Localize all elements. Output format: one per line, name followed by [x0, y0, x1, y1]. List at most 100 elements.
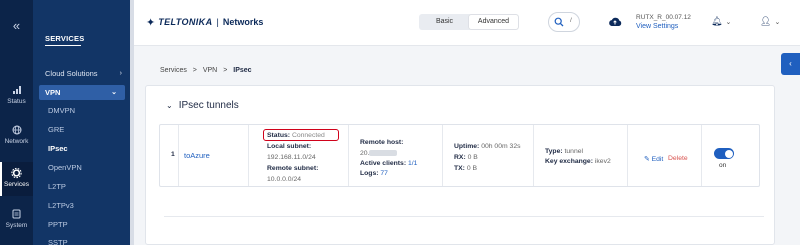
mode-basic-button[interactable]: Basic [420, 15, 469, 29]
remote-subnet-value: 10.0.0.0/24 [267, 176, 302, 183]
menu-item-label: Cloud Solutions [45, 69, 98, 78]
type-label: Type: [545, 148, 563, 155]
right-panel-toggle[interactable]: ‹ [781, 53, 800, 75]
remote-host-label: Remote host: [360, 139, 404, 146]
edit-label: Edit [651, 156, 664, 163]
menu-subitem-pptp[interactable]: PPTP [33, 217, 130, 232]
column-divider [533, 125, 534, 186]
bell-icon: 🔔︎ [711, 16, 723, 26]
section-title: IPsec tunnels [178, 100, 239, 111]
menu-subitem-gre[interactable]: GRE [33, 122, 130, 137]
type-value: tunnel [564, 148, 584, 155]
rail-label: Services [4, 181, 29, 188]
collapse-icon[interactable]: « [0, 18, 33, 33]
local-subnet-label: Local subnet: [267, 143, 312, 150]
type: Type: tunnel [545, 148, 583, 155]
logs-label: Logs: [360, 170, 379, 177]
status-value: Connected [291, 132, 325, 139]
user-menu-button[interactable]: 👤︎ ⌄ [760, 16, 780, 27]
pencil-icon: ✎ [644, 156, 650, 163]
breadcrumb-ipsec: IPsec [233, 67, 252, 74]
menu-subitem-ipsec[interactable]: IPsec [33, 141, 130, 156]
chevron-down-icon: ⌄ [166, 101, 173, 110]
key-exchange: Key exchange: ikev2 [545, 158, 611, 165]
rail-label: Status [7, 98, 26, 105]
section-divider [164, 216, 764, 217]
menu-subitem-l2tpv3[interactable]: L2TPv3 [33, 198, 130, 213]
rail-item-services[interactable]: Services [0, 162, 33, 196]
uptime-value: 00h 00m 32s [481, 143, 521, 150]
logs-value[interactable]: 77 [380, 170, 388, 177]
local-subnet-value: 192.168.11.0/24 [267, 154, 316, 161]
column-divider [627, 125, 628, 186]
chevron-right-icon: › [119, 70, 122, 77]
teltonika-logo[interactable]: ✦ TELTONIKA | Networks [146, 15, 263, 29]
column-divider [348, 125, 349, 186]
gear-icon [11, 167, 22, 179]
column-divider [178, 125, 179, 186]
tunnel-enable-toggle[interactable] [714, 148, 734, 159]
row-index: 1 [171, 151, 175, 158]
rail-item-status[interactable]: Status [0, 84, 33, 110]
breadcrumb-vpn[interactable]: VPN [203, 67, 217, 74]
menu-item-vpn[interactable]: VPN ⌄ [39, 85, 125, 100]
rail-item-system[interactable]: System [0, 208, 33, 234]
remote-host-value: 20. [360, 150, 398, 157]
status-label: Status: [267, 132, 291, 139]
chevron-down-icon: ⌄ [111, 89, 117, 96]
uptime: Uptime: 00h 00m 32s [454, 143, 521, 150]
menu-subitem-openvpn[interactable]: OpenVPN [33, 160, 130, 175]
menu-item-label: VPN [45, 88, 61, 97]
chevron-left-icon: ‹ [789, 59, 792, 68]
active-clients: Active clients: 1/1 [360, 160, 417, 167]
chevron-down-icon: ⌄ [774, 19, 781, 26]
active-clients-label: Active clients: [360, 160, 407, 167]
logo-brand: TELTONIKA [158, 17, 213, 27]
rail-label: System [5, 222, 28, 229]
active-clients-value[interactable]: 1/1 [408, 160, 417, 167]
status-text: Status: Connected [267, 132, 325, 139]
rail-item-network[interactable]: Network [0, 124, 33, 150]
menu-item-cloud-solutions[interactable]: Cloud Solutions › [33, 66, 130, 81]
rail-label: Network [4, 138, 29, 145]
remote-subnet-label: Remote subnet: [267, 165, 319, 172]
mode-advanced-button[interactable]: Advanced [469, 15, 518, 29]
breadcrumb-services[interactable]: Services [160, 67, 187, 74]
section-header[interactable]: ⌄ IPsec tunnels [166, 100, 239, 111]
logo-separator: | [216, 17, 219, 27]
remote-host-prefix: 20. [360, 150, 370, 157]
search-button[interactable]: / [548, 12, 580, 32]
mode-switch: Basic Advanced [419, 14, 519, 30]
bar-chart-icon [12, 86, 21, 94]
user-settings-icon: 👤︎ [760, 16, 772, 26]
key-exchange-label: Key exchange: [545, 158, 593, 165]
ipsec-tunnels-card: ⌄ IPsec tunnels 1 toAzure Status: Connect… [145, 85, 775, 245]
delete-button[interactable]: Delete [668, 155, 688, 162]
menu-title: SERVICES [45, 34, 85, 46]
breadcrumb: Services > VPN > IPsec [160, 67, 256, 74]
breadcrumb-separator: > [223, 67, 228, 74]
search-icon [554, 17, 564, 27]
edit-button[interactable]: ✎ Edit [644, 155, 663, 163]
tx: TX: 0 B [454, 165, 477, 172]
tx-label: TX: [454, 165, 465, 172]
tunnel-row: 1 toAzure Status: Connected Local subnet… [159, 124, 760, 187]
rx: RX: 0 B [454, 154, 478, 161]
menu-subitem-sstp[interactable]: SSTP [33, 235, 130, 245]
menu-subitem-dmvpn[interactable]: DMVPN [33, 103, 130, 118]
column-divider [701, 125, 702, 186]
logo-mark-icon: ✦ [146, 16, 156, 29]
notifications-button[interactable]: 🔔︎ ⌄ [711, 16, 731, 27]
top-bar: ✦ TELTONIKA | Networks Basic Advanced / … [134, 0, 800, 46]
services-menu: SERVICES Cloud Solutions › VPN ⌄ DMVPN G… [33, 0, 130, 245]
globe-icon [12, 125, 21, 135]
system-icon [12, 209, 21, 219]
toggle-state-label: on [719, 162, 727, 169]
redacted-ip [369, 150, 398, 157]
cloud-upload-icon[interactable] [608, 16, 622, 27]
view-settings-link[interactable]: View Settings [636, 23, 691, 30]
rx-label: RX: [454, 154, 466, 161]
tunnel-name-link[interactable]: toAzure [184, 151, 210, 160]
icon-rail: « Status Network Services System [0, 0, 33, 245]
menu-subitem-l2tp[interactable]: L2TP [33, 179, 130, 194]
